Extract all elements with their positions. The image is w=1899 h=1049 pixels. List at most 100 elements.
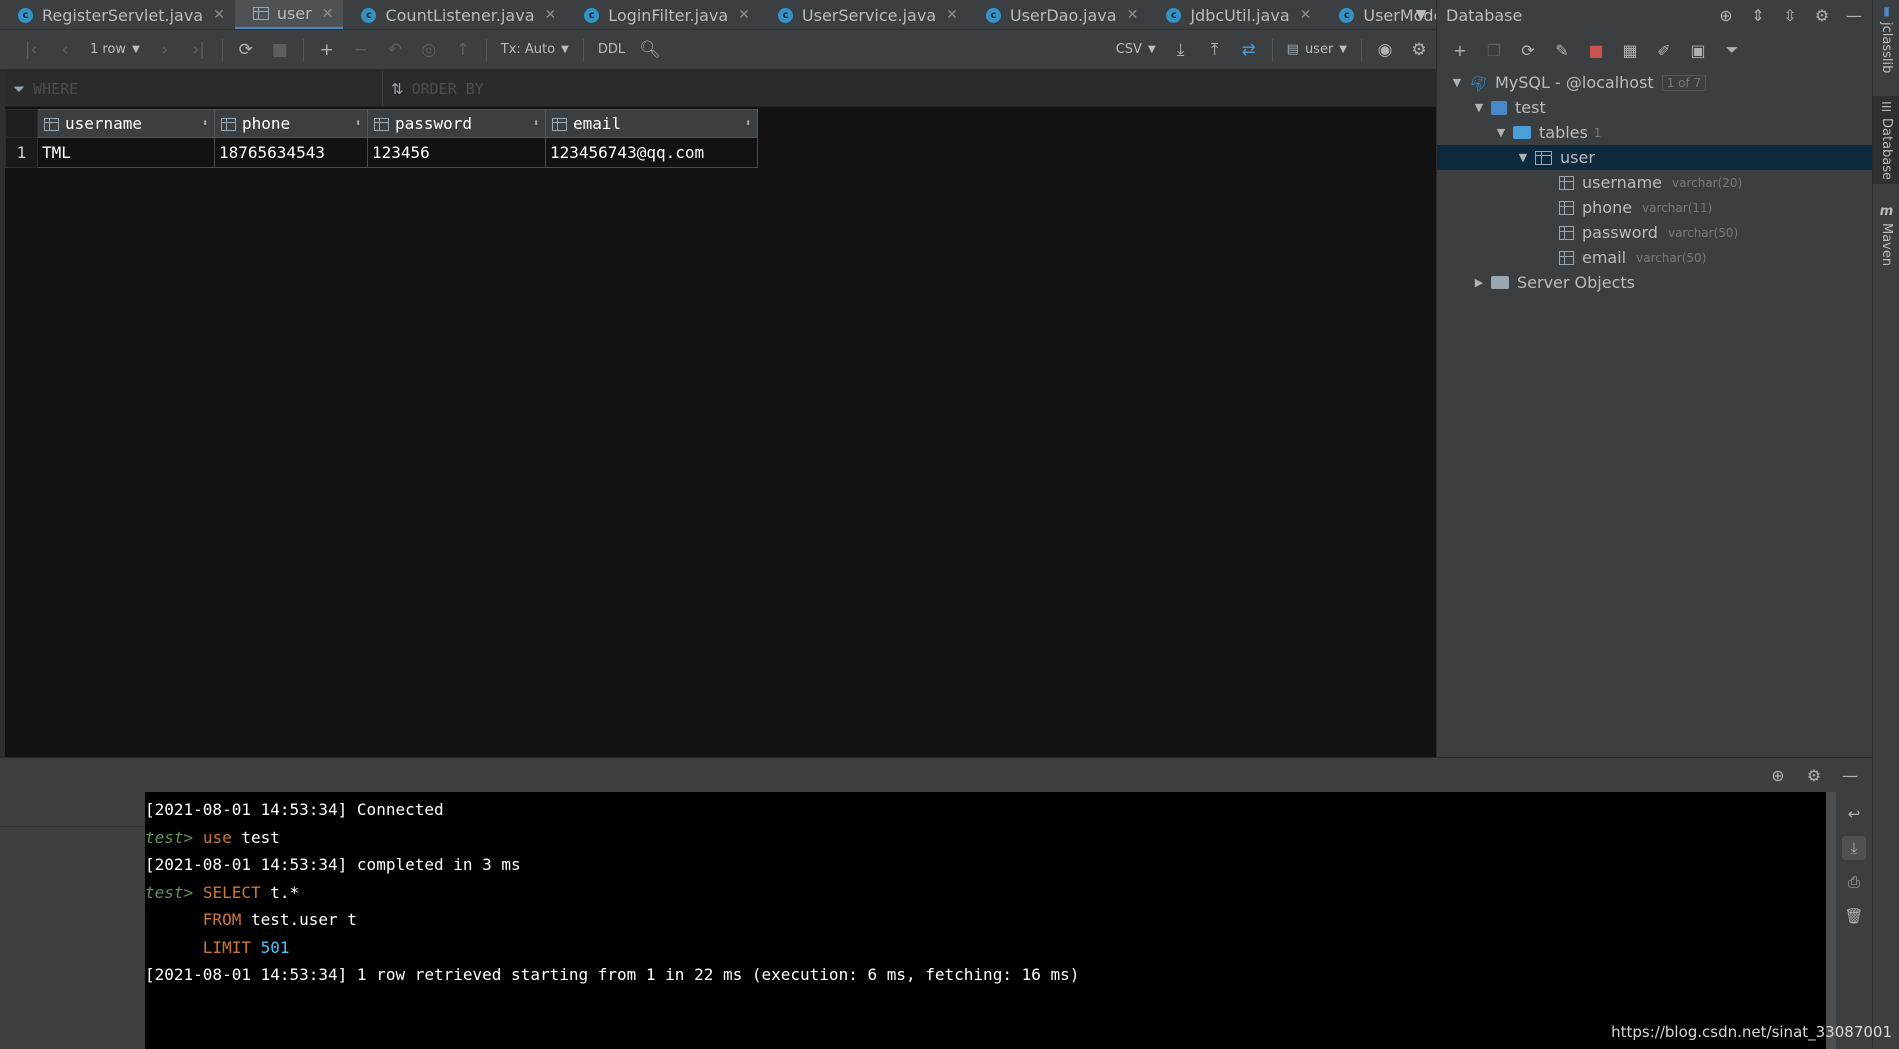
download-icon[interactable]: ⤓ [1164,35,1198,65]
class-icon: c [18,7,33,23]
row-number[interactable]: 1 [5,137,38,168]
export-format-dropdown[interactable]: CSV ▼ [1108,42,1164,57]
gear-icon[interactable]: ⚙ [1812,6,1832,25]
close-icon[interactable]: ✕ [1300,7,1312,23]
tab-userdao[interactable]: c UserDao.java ✕ [968,0,1148,29]
chevron-down-icon[interactable]: ▼ [1515,151,1531,164]
close-icon[interactable]: ✕ [545,7,557,23]
tree-item-column[interactable]: password varchar(50) [1437,220,1872,245]
tree-item-table-user[interactable]: ▼ user [1437,145,1872,170]
sidebar-tab-maven[interactable]: m Maven [1873,204,1899,266]
crosshair-icon[interactable]: ⊕ [1768,766,1788,785]
compare-icon[interactable]: ⇄ [1232,35,1266,65]
cell-password[interactable]: 123456 [367,137,546,168]
tab-registerservlet[interactable]: c RegisterServlet.java ✕ [0,0,235,29]
add-icon[interactable]: + [1445,36,1475,64]
tree-item-schema[interactable]: ▼ test [1437,95,1872,120]
tab-user-table[interactable]: user ✕ [234,0,344,29]
row-count-dropdown[interactable]: 1 row ▼ [82,42,148,57]
column-header-password[interactable]: password ⬍ [367,109,546,138]
chevron-right-icon[interactable]: ▶ [1471,276,1487,289]
console-output[interactable]: [2021-08-01 14:53:34] Connected test> us… [145,792,1826,1049]
first-page-icon[interactable]: |‹ [14,35,48,65]
stop-icon[interactable]: ■ [263,35,297,65]
previous-page-icon[interactable]: ‹ [48,35,82,65]
upload-icon[interactable]: ⤒ [1198,35,1232,65]
stop-icon[interactable]: ■ [1581,36,1611,64]
collapse-all-icon[interactable]: ⇳ [1780,6,1800,25]
edit-icon[interactable]: ✐ [1649,36,1679,64]
table-view-icon[interactable]: ▦ [1615,36,1645,64]
transaction-mode-dropdown[interactable]: Tx: Auto ▼ [493,42,577,57]
print-icon[interactable]: ⎙ [1842,870,1866,894]
eye-icon[interactable]: ◉ [1368,35,1402,65]
next-page-icon[interactable]: › [148,35,182,65]
session-dropdown[interactable]: ▤ user ▼ [1279,42,1355,57]
column-header-email[interactable]: email ⬍ [545,109,758,138]
tab-loginfilter[interactable]: c LoginFilter.java ✕ [566,0,760,29]
sort-arrows-icon[interactable]: ⬍ [202,118,208,129]
copy-icon[interactable]: ❐ [1479,36,1509,64]
chevron-down-icon[interactable]: ▼ [1493,126,1509,139]
refresh-icon[interactable]: ⟳ [1513,36,1543,64]
table-row[interactable]: 1 TML 18765634543 123456 123456743@qq.co… [5,137,758,168]
column-header-username[interactable]: username ⬍ [37,109,215,138]
minimize-icon[interactable]: — [1840,766,1860,785]
cell-username[interactable]: TML [37,137,215,168]
tree-item-column[interactable]: email varchar(50) [1437,245,1872,270]
console-icon[interactable]: ▣ [1683,36,1713,64]
console-header-bar: ⊕ ⚙ — [0,757,1872,792]
sort-arrows-icon[interactable]: ⬍ [745,118,751,129]
close-icon[interactable]: ✕ [946,7,958,23]
ddl-button[interactable]: DDL [590,42,633,57]
chevron-down-icon[interactable]: ▼ [1471,101,1487,114]
order-by-input[interactable]: ⇅ ORDER BY [383,71,484,106]
tab-list-chevron-icon[interactable]: ▼ [1406,0,1436,30]
sort-icon: ⇅ [391,79,404,98]
tab-countlistener[interactable]: c CountListener.java ✕ [343,0,566,29]
preview-changes-icon[interactable]: ◎ [412,35,446,65]
sort-arrows-icon[interactable]: ⬍ [355,118,361,129]
soft-wrap-icon[interactable]: ↩ [1842,802,1866,826]
chevron-down-icon: ▼ [1147,44,1156,55]
submit-icon[interactable]: ↑ [446,35,480,65]
minimize-icon[interactable]: — [1844,6,1864,25]
search-icon[interactable]: 🔍︎ [633,35,667,65]
close-icon[interactable]: ✕ [213,7,225,23]
add-row-icon[interactable]: + [310,35,344,65]
console-scrollbar[interactable] [1826,792,1836,1049]
trash-icon[interactable]: 🗑︎ [1842,904,1866,928]
close-icon[interactable]: ✕ [322,6,334,22]
sidebar-tab-jclasslib[interactable]: ▮ jclasslib [1873,4,1899,73]
gear-icon[interactable]: ⚙ [1402,35,1436,65]
properties-icon[interactable]: ✎ [1547,36,1577,64]
chevron-down-icon[interactable]: ▼ [1449,76,1465,89]
sidebar-tab-database[interactable]: ☰ Database [1873,96,1899,185]
where-filter-input[interactable]: ⏷ WHERE [5,71,383,106]
reload-icon[interactable]: ⟳ [229,35,263,65]
filter-icon[interactable]: ⏷ [1717,36,1747,64]
tab-userservice[interactable]: c UserService.java ✕ [760,0,968,29]
cell-phone[interactable]: 18765634543 [214,137,368,168]
cell-email[interactable]: 123456743@qq.com [545,137,758,168]
tab-jdbcutil[interactable]: c JdbcUtil.java ✕ [1148,0,1321,29]
tree-item-datasource[interactable]: ▼ 🐬︎ MySQL - @localhost 1 of 7 [1437,70,1872,95]
delete-row-icon[interactable]: − [344,35,378,65]
expand-all-icon[interactable]: ⇕ [1748,6,1768,25]
tree-item-column[interactable]: username varchar(20) [1437,170,1872,195]
last-page-icon[interactable]: ›| [182,35,216,65]
tab-label: JdbcUtil.java [1190,5,1290,25]
close-icon[interactable]: ✕ [738,7,750,23]
scroll-to-end-icon[interactable]: ⤓ [1842,836,1866,860]
filter-row: ⏷ WHERE ⇅ ORDER BY [5,71,1436,107]
revert-icon[interactable]: ↶ [378,35,412,65]
close-icon[interactable]: ✕ [1127,7,1139,23]
tree-item-server-objects[interactable]: ▶ Server Objects [1437,270,1872,295]
sort-arrows-icon[interactable]: ⬍ [533,118,539,129]
tree-item-tables-folder[interactable]: ▼ tables 1 [1437,120,1872,145]
tree-item-column[interactable]: phone varchar(11) [1437,195,1872,220]
gear-icon[interactable]: ⚙ [1804,766,1824,785]
crosshair-icon[interactable]: ⊕ [1716,6,1736,25]
column-header-phone[interactable]: phone ⬍ [214,109,368,138]
corner-cell[interactable] [5,109,38,138]
